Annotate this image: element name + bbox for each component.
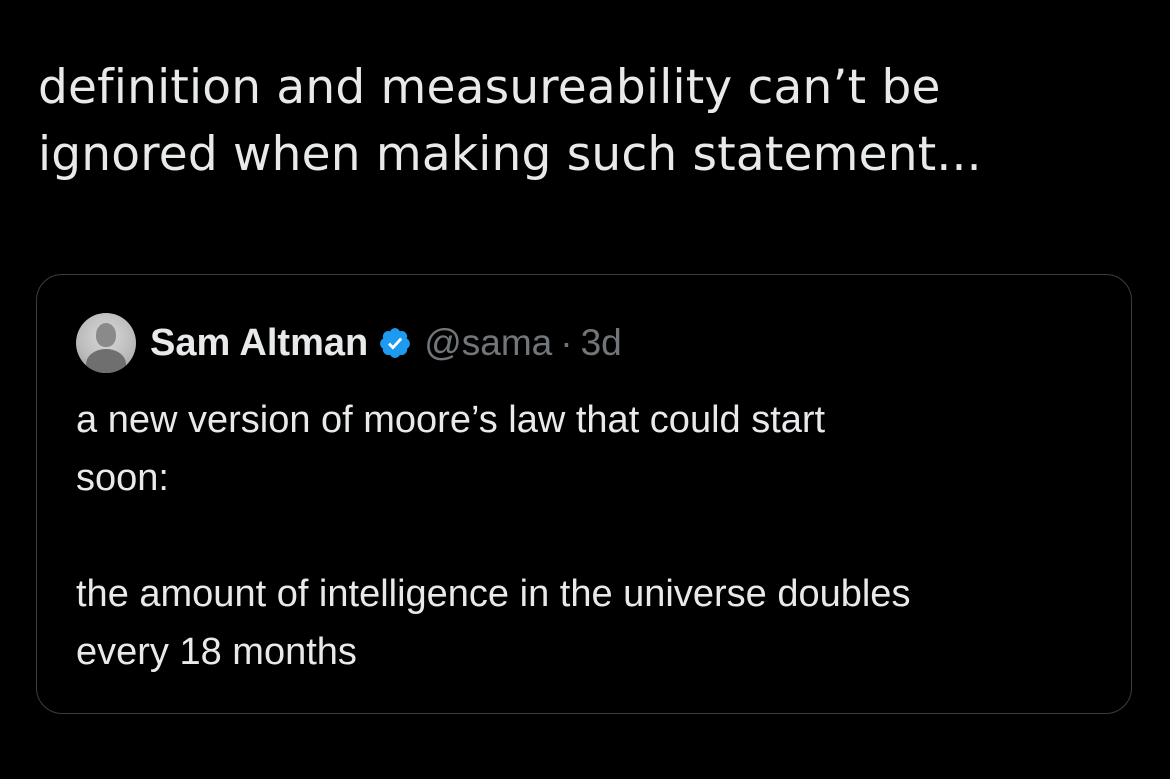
timestamp[interactable]: 3d [581, 322, 622, 364]
quoted-tweet-body: a new version of moore’s law that could … [76, 391, 1096, 681]
quoted-tweet-card[interactable]: Sam Altman @sama · 3d a new version of m… [36, 274, 1132, 714]
quoted-tweet-line: soon: [76, 457, 169, 499]
quoted-tweet-line: every 18 months [76, 631, 357, 673]
quoted-tweet-blank-line [76, 507, 1096, 565]
quoted-tweet-line: a new version of moore’s law that could … [76, 399, 826, 441]
author-name[interactable]: Sam Altman [150, 322, 368, 365]
avatar[interactable] [76, 313, 136, 373]
quoted-tweet-line: the amount of intelligence in the univer… [76, 573, 911, 615]
separator-dot: · [560, 322, 573, 363]
tweet-text-line: ignored when making such statement... [38, 127, 982, 182]
quoted-tweet-header: Sam Altman @sama · 3d [76, 312, 622, 374]
tweet-text-line: definition and measureability can’t be [38, 60, 941, 115]
author-handle[interactable]: @sama [424, 322, 552, 364]
verified-badge-icon [380, 328, 411, 358]
tweet-text: definition and measureability can’t be i… [38, 54, 1138, 188]
